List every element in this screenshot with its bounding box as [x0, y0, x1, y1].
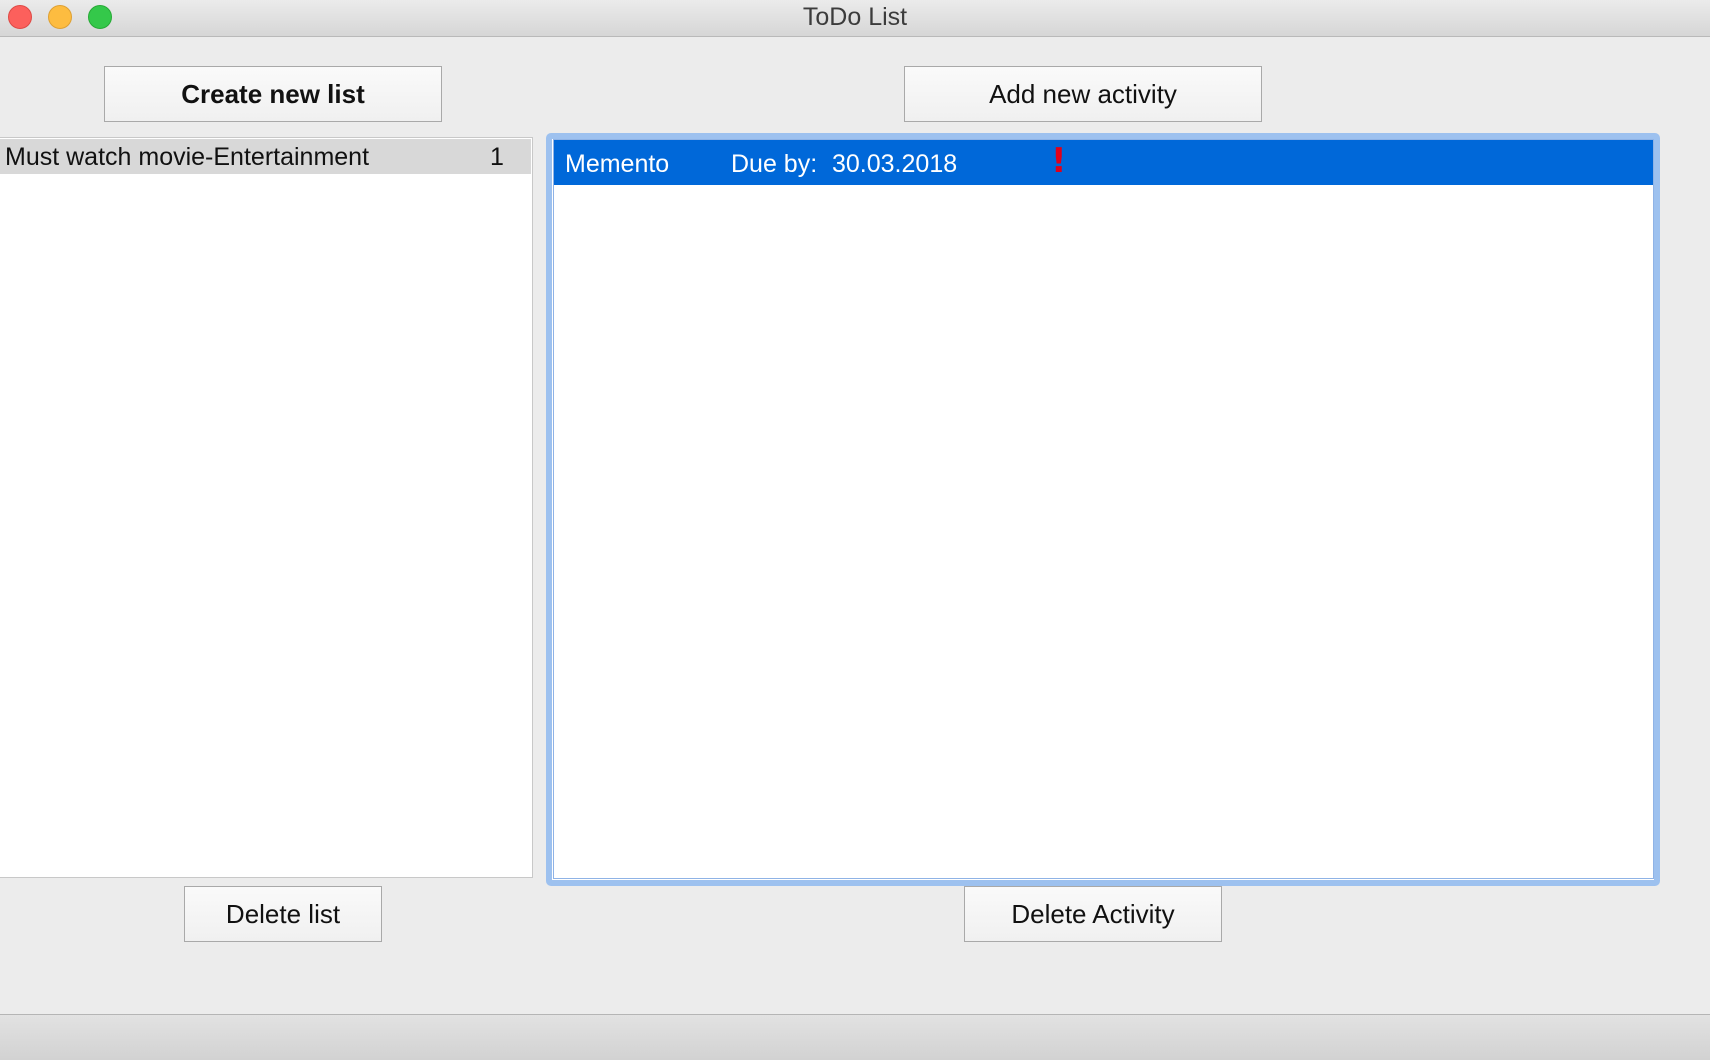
list-item-count: 1 [490, 143, 504, 171]
list-item-name: Must watch movie-Entertainment [5, 143, 370, 171]
lists-panel[interactable]: Must watch movie-Entertainment 1 [0, 137, 533, 878]
activity-name: Memento [565, 150, 670, 178]
todo-window: ToDo List Create new list Add new activi… [0, 0, 1710, 1060]
status-bar [0, 1014, 1710, 1060]
activity-item[interactable]: Memento Due by: 30.03.2018 ! [554, 140, 1653, 185]
list-item[interactable]: Must watch movie-Entertainment 1 [0, 139, 531, 174]
delete-list-button[interactable]: Delete list [184, 886, 382, 942]
activity-due-label: Due by: [731, 150, 818, 178]
add-new-activity-button[interactable]: Add new activity [904, 66, 1262, 122]
activities-panel[interactable]: Memento Due by: 30.03.2018 ! [553, 139, 1654, 879]
priority-exclamation-icon: ! [1051, 141, 1067, 181]
activity-due-date: 30.03.2018 [832, 150, 958, 178]
create-new-list-button[interactable]: Create new list [104, 66, 442, 122]
delete-activity-button[interactable]: Delete Activity [964, 886, 1222, 942]
window-title: ToDo List [802, 3, 908, 31]
title-bar: ToDo List [0, 0, 1710, 37]
